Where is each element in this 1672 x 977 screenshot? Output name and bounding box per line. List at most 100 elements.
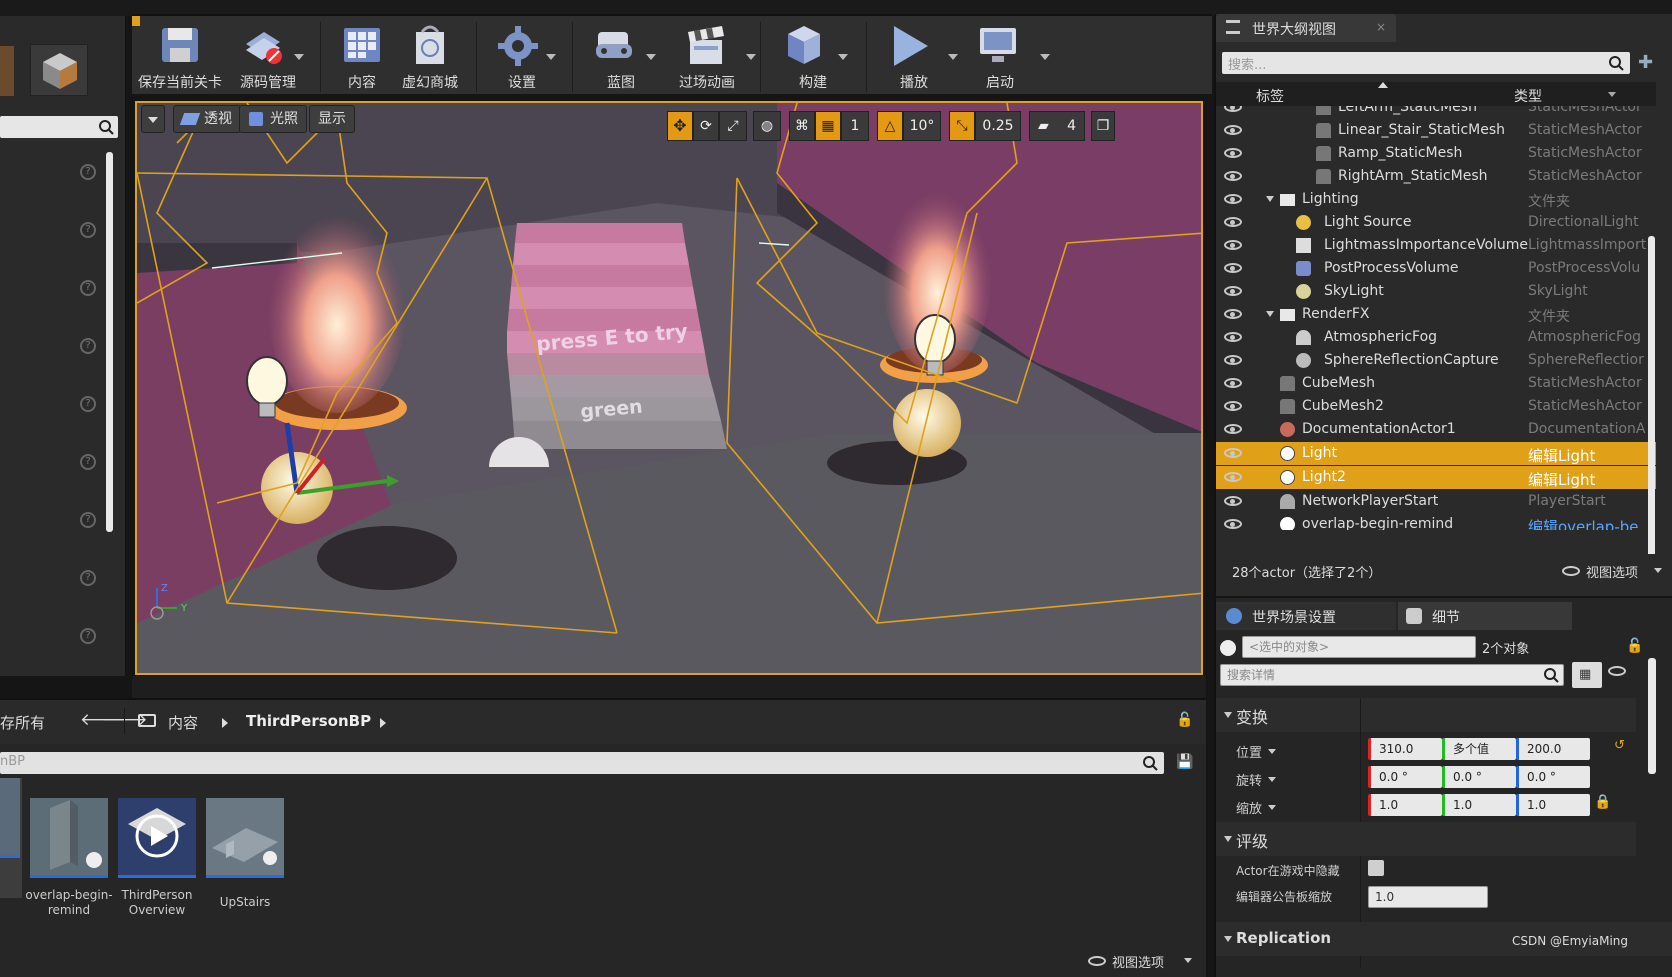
list-item[interactable]: CubeMesh StaticMeshActor (1216, 372, 1656, 395)
blueprints-dropdown-icon[interactable] (646, 54, 656, 60)
visibility-eye-icon[interactable] (1224, 424, 1242, 434)
help-icon[interactable]: ? (80, 222, 96, 238)
visibility-eye-icon[interactable] (1224, 472, 1242, 482)
show-flags-button[interactable]: 显示 (309, 105, 355, 133)
list-item[interactable]: LightmassImportanceVolume LightmassImpor… (1216, 234, 1656, 257)
location-dropdown-icon[interactable] (1268, 749, 1276, 754)
location-label[interactable]: 位置 (1236, 742, 1262, 761)
hidden-in-game-checkbox[interactable] (1368, 860, 1384, 876)
location-z-input[interactable]: 200.0 (1516, 738, 1590, 760)
list-item[interactable]: RightArm_StaticMesh StaticMeshActor (1216, 165, 1656, 188)
list-item[interactable]: LeftArm_StaticMesh StaticMeshActor (1216, 106, 1656, 119)
placement-mode-button[interactable] (30, 44, 88, 96)
modes-scrollbar[interactable] (106, 152, 113, 532)
save-current-level-button[interactable]: 保存当前关卡 (134, 16, 226, 96)
grid-snap-toggle[interactable]: ▦ (815, 111, 841, 141)
list-item[interactable]: overlap-begin-remind 编辑overlap-be (1216, 513, 1656, 530)
visibility-eye-icon[interactable] (1224, 148, 1242, 158)
maximize-viewport-button[interactable]: ❐ (1091, 111, 1115, 141)
visibility-eye-icon[interactable] (1224, 106, 1242, 112)
view-options-dropdown-icon[interactable] (1654, 568, 1662, 573)
visibility-eye-icon[interactable] (1224, 519, 1242, 529)
sort-ascending-icon[interactable] (1378, 82, 1388, 88)
details-scrollbar[interactable] (1648, 658, 1656, 774)
source-control-dropdown-icon[interactable] (294, 54, 304, 60)
scale-snap-toggle[interactable]: ⤡ (949, 111, 975, 141)
list-item-selected[interactable]: Light2 编辑Light (1216, 466, 1656, 489)
rotation-label[interactable]: 旋转 (1236, 770, 1262, 789)
scale-label[interactable]: 缩放 (1236, 798, 1262, 817)
perspective-button[interactable]: 透视 (173, 105, 241, 133)
source-control-button[interactable]: 源码管理 (228, 16, 308, 96)
scale-lock-icon[interactable]: 🔒 (1594, 794, 1611, 810)
list-item[interactable]: Ramp_StaticMesh StaticMeshActor (1216, 142, 1656, 165)
tab-details[interactable]: 细节 (1398, 602, 1572, 630)
visibility-eye-icon[interactable] (1224, 355, 1242, 365)
visibility-eye-icon[interactable] (1224, 263, 1242, 273)
visibility-eye-icon[interactable] (1224, 401, 1242, 411)
save-search-icon[interactable]: 💾 (1176, 754, 1193, 770)
help-icon[interactable]: ? (80, 570, 96, 586)
asset-tile-partial[interactable] (0, 778, 22, 898)
column-label-header[interactable]: 标签 (1256, 86, 1284, 106)
save-all-button[interactable]: 存所有 (0, 712, 45, 733)
scale-snap-value[interactable]: 0.25 (975, 111, 1021, 141)
play-dropdown-icon[interactable] (948, 54, 958, 60)
column-type-header[interactable]: 类型 (1514, 86, 1542, 106)
camera-speed-button[interactable]: ▰ 4 (1029, 111, 1085, 141)
help-icon[interactable]: ? (80, 280, 96, 296)
tab-world-settings[interactable]: 世界场景设置 (1216, 602, 1396, 630)
selected-objects-field[interactable]: <选中的对象> (1242, 636, 1476, 658)
rotate-tool-button[interactable]: ⟳ (693, 111, 719, 141)
list-item[interactable]: DocumentationActor1 DocumentationA (1216, 418, 1656, 441)
level-viewport[interactable]: press E to try green Z Y 透视 光照 显示 ✥ ⟳ ⤢ … (135, 101, 1203, 675)
edit-blueprint-link[interactable]: 编辑overlap-be (1528, 516, 1656, 530)
location-y-input[interactable]: 多个值 (1442, 738, 1516, 760)
help-icon[interactable]: ? (80, 628, 96, 644)
visibility-eye-icon[interactable] (1224, 194, 1242, 204)
scale-z-input[interactable]: 1.0 (1516, 794, 1590, 816)
marketplace-button[interactable]: 虚幻商城 (394, 16, 466, 96)
rotation-snap-value[interactable]: 10° (903, 111, 941, 141)
list-item[interactable]: SkyLight SkyLight (1216, 280, 1656, 303)
lit-mode-button[interactable]: 光照 (239, 105, 307, 133)
help-icon[interactable]: ? (80, 454, 96, 470)
list-item[interactable]: CubeMesh2 StaticMeshActor (1216, 395, 1656, 418)
asset-tile-overlap-begin-remind[interactable] (30, 798, 108, 878)
edit-blueprint-link[interactable]: 编辑Light (1528, 445, 1656, 466)
visibility-eye-icon[interactable] (1224, 217, 1242, 227)
visibility-eye-icon[interactable] (1224, 332, 1242, 342)
launch-button[interactable]: 启动 (958, 16, 1050, 96)
rotation-x-input[interactable]: 0.0 ° (1368, 766, 1442, 788)
reset-to-default-icon[interactable]: ↺ (1614, 738, 1625, 753)
scale-x-input[interactable]: 1.0 (1368, 794, 1442, 816)
help-icon[interactable]: ? (80, 396, 96, 412)
build-button[interactable]: 构建 (768, 16, 858, 96)
play-button[interactable]: 播放 (874, 16, 958, 96)
visibility-eye-icon[interactable] (1224, 378, 1242, 388)
outliner-search-input[interactable]: 搜索... (1222, 52, 1630, 74)
scale-y-input[interactable]: 1.0 (1442, 794, 1516, 816)
content-view-options[interactable]: 视图选项 (1088, 950, 1200, 972)
visibility-eye-icon[interactable] (1224, 171, 1242, 181)
list-item[interactable]: RenderFX 文件夹 (1216, 303, 1656, 326)
list-item[interactable]: Lighting 文件夹 (1216, 188, 1656, 211)
list-item[interactable]: Light Source DirectionalLight (1216, 211, 1656, 234)
cinematics-dropdown-icon[interactable] (746, 54, 756, 60)
visibility-eye-icon[interactable] (1224, 309, 1242, 319)
asset-tile-upstairs[interactable] (206, 798, 284, 878)
edit-blueprint-link[interactable]: 编辑Light (1528, 469, 1656, 490)
help-icon[interactable]: ? (80, 512, 96, 528)
outliner-scrollbar[interactable] (1648, 236, 1655, 562)
grid-snap-value[interactable]: 1 (841, 111, 869, 141)
breadcrumb-thirdpersonbp[interactable]: ThirdPersonBP (246, 712, 371, 730)
surface-snap-button[interactable]: ⌘ (789, 111, 815, 141)
rotation-y-input[interactable]: 0.0 ° (1442, 766, 1516, 788)
rendering-section-header[interactable]: 评级 (1216, 822, 1636, 856)
visibility-eye-icon[interactable] (1224, 448, 1242, 458)
rotation-dropdown-icon[interactable] (1268, 777, 1276, 782)
breadcrumb-chevron-icon[interactable] (222, 718, 228, 728)
tab-world-outliner[interactable]: 世界大纲视图 × (1216, 14, 1396, 42)
settings-dropdown-icon[interactable] (546, 54, 556, 60)
translate-tool-button[interactable]: ✥ (667, 111, 693, 141)
